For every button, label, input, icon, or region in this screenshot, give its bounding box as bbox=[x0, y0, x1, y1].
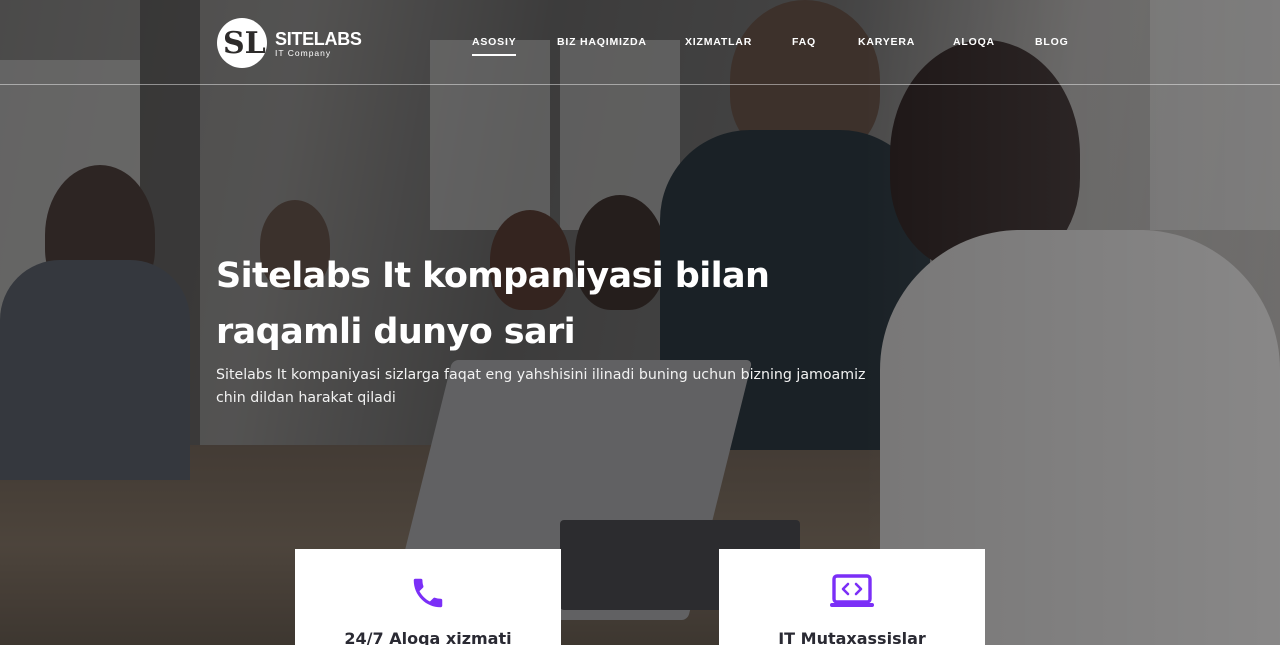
feature-card-support[interactable]: 24/7 Aloqa xizmati bbox=[295, 549, 561, 645]
nav-aloqa[interactable]: ALOQA bbox=[953, 36, 995, 48]
phone-icon bbox=[409, 573, 447, 617]
feature-title-experts: IT Mutaxassislar bbox=[778, 629, 926, 645]
hero-description: Sitelabs It kompaniyasi sizlarga faqat e… bbox=[216, 367, 866, 406]
nav-karyera[interactable]: KARYERA bbox=[858, 36, 915, 48]
hero-title: Sitelabs It kompaniyasi bilan raqamli du… bbox=[216, 248, 856, 360]
feature-title-support: 24/7 Aloqa xizmati bbox=[344, 629, 512, 645]
laptop-code-icon bbox=[829, 573, 875, 615]
feature-card-experts[interactable]: IT Mutaxassislar bbox=[719, 549, 985, 645]
nav-blog[interactable]: BLOG bbox=[1035, 36, 1069, 48]
site-header: SL SITELABS IT Company ASOSIY BIZ HAQIMI… bbox=[0, 0, 1280, 85]
hero-title-line-2: raqamli dunyo sari bbox=[216, 312, 576, 352]
main-nav: ASOSIY BIZ HAQIMIZDA XIZMATLAR FAQ KARYE… bbox=[0, 36, 1280, 56]
nav-asosiy[interactable]: ASOSIY bbox=[472, 36, 517, 56]
nav-biz-haqimizda[interactable]: BIZ HAQIMIZDA bbox=[557, 36, 647, 48]
nav-xizmatlar[interactable]: XIZMATLAR bbox=[685, 36, 752, 48]
nav-faq[interactable]: FAQ bbox=[792, 36, 816, 48]
hero-title-line-1: Sitelabs It kompaniyasi bilan bbox=[216, 256, 770, 296]
